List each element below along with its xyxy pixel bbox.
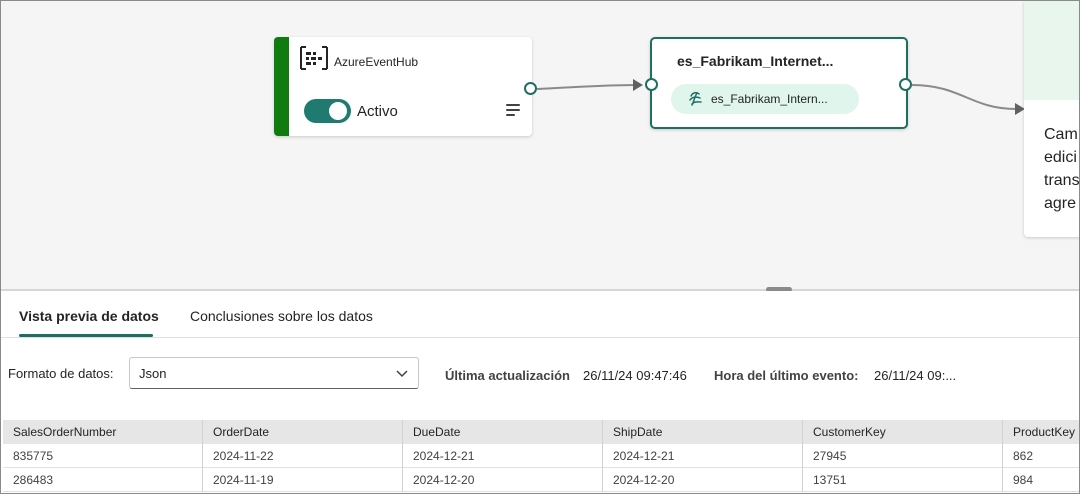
stream-output-port[interactable]: [899, 78, 912, 91]
table-cell: 862: [1003, 444, 1079, 468]
table-header-row: SalesOrderNumber OrderDate DueDate ShipD…: [3, 420, 1079, 444]
table-cell: 835775: [3, 444, 203, 468]
column-header[interactable]: CustomerKey: [803, 420, 1003, 444]
data-format-value: Json: [139, 366, 167, 381]
table-cell: 27945: [803, 444, 1003, 468]
last-update-label: Última actualización: [445, 368, 570, 383]
active-tab-indicator: [19, 334, 153, 337]
column-header[interactable]: ProductKey: [1003, 420, 1079, 444]
table-cell: 2024-12-21: [403, 444, 603, 468]
table-cell: 2024-12-20: [403, 468, 603, 492]
eventstream-node-title: es_Fabrikam_Internet...: [677, 53, 834, 69]
arrowhead-icon: [633, 79, 643, 91]
table-cell: 2024-12-20: [603, 468, 803, 492]
event-hub-icon: [300, 46, 328, 70]
tab-data-insights[interactable]: Conclusiones sobre los datos: [190, 308, 373, 324]
chevron-down-icon: [396, 370, 408, 378]
canvas[interactable]: AzureEventHub Activo es_Fabrikam_Interne…: [1, 1, 1080, 290]
table-cell: 13751: [803, 468, 1003, 492]
toggle-knob: [329, 102, 347, 120]
table-cell: 2024-12-21: [603, 444, 803, 468]
source-accent-bar: [274, 37, 289, 136]
menu-icon[interactable]: [506, 103, 522, 117]
source-node[interactable]: AzureEventHub Activo: [274, 37, 532, 136]
last-event-value: 26/11/24 09:...: [874, 368, 957, 383]
eventstream-node[interactable]: es_Fabrikam_Internet... es_Fabrikam_Inte…: [650, 37, 908, 129]
eventstream-editor: AzureEventHub Activo es_Fabrikam_Interne…: [0, 0, 1080, 494]
connection-lines: [536, 79, 1025, 115]
destination-node-text: Cam edici trans agre: [1044, 126, 1080, 212]
source-node-title: AzureEventHub: [334, 55, 419, 69]
active-toggle[interactable]: [304, 99, 351, 123]
link-stream-to-destination: [911, 84, 1017, 110]
destination-node[interactable]: Cam edici trans agre: [1024, 1, 1080, 237]
data-format-label: Formato de datos:: [8, 366, 114, 381]
table-cell: 2024-11-22: [203, 444, 403, 468]
table-cell: 984: [1003, 468, 1079, 492]
bottom-panel-tabs: Vista previa de datos Conclusiones sobre…: [1, 291, 1079, 338]
destination-node-header: [1024, 1, 1079, 100]
stream-input-port[interactable]: [645, 78, 658, 91]
source-output-port[interactable]: [524, 82, 537, 95]
table-row: 286483 2024-11-19 2024-12-20 2024-12-20 …: [3, 468, 1079, 492]
column-header[interactable]: SalesOrderNumber: [3, 420, 203, 444]
stream-icon: [689, 91, 702, 106]
link-source-to-stream: [536, 84, 642, 90]
stream-pill[interactable]: es_Fabrikam_Intern...: [671, 84, 859, 114]
column-header[interactable]: DueDate: [403, 420, 603, 444]
column-header[interactable]: ShipDate: [603, 420, 803, 444]
table-row: 835775 2024-11-22 2024-12-21 2024-12-21 …: [3, 444, 1079, 468]
last-update-value: 26/11/24 09:47:46: [583, 368, 687, 383]
last-event-label: Hora del último evento:: [714, 368, 859, 383]
tab-data-preview[interactable]: Vista previa de datos: [19, 308, 159, 324]
toggle-label: Activo: [357, 103, 398, 120]
table-cell: 2024-11-19: [203, 468, 403, 492]
data-format-select[interactable]: Json: [129, 357, 419, 389]
stream-label: es_Fabrikam_Intern...: [711, 92, 828, 106]
column-header[interactable]: OrderDate: [203, 420, 403, 444]
table-cell: 286483: [3, 468, 203, 492]
